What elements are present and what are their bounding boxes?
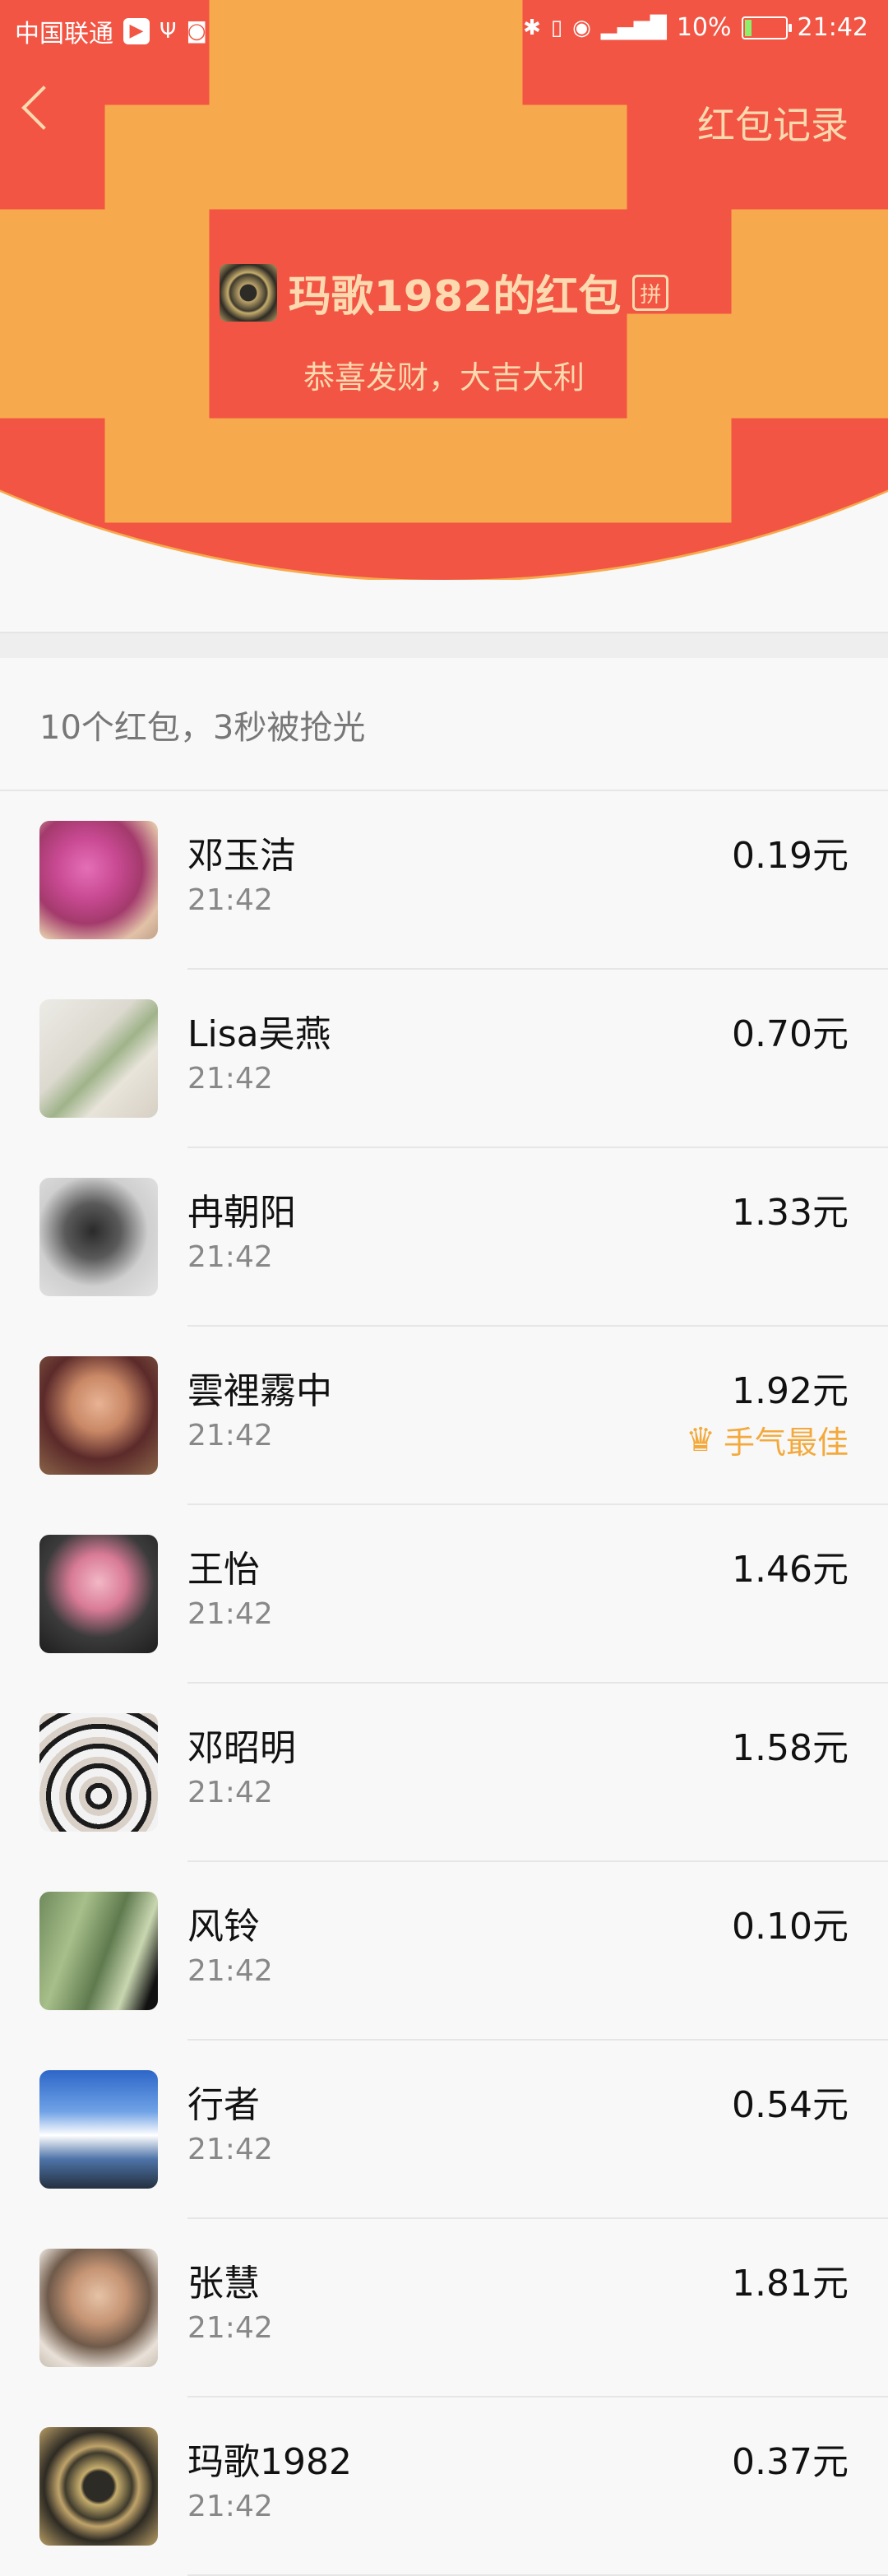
red-packet-records-link[interactable]: 红包记录 [697, 95, 849, 150]
usb-icon: Ψ [160, 19, 177, 44]
recipient-time: 21:42 [187, 1776, 273, 1809]
recipient-amount: 0.19元 [732, 835, 849, 877]
notification-icon: ◙ [186, 19, 207, 44]
recipient-list: 邓玉洁 21:42 0.19元 Lisa吴燕 21:42 0.70元 冉朝阳 2… [0, 790, 888, 2576]
battery-icon [741, 16, 792, 39]
recipient-name: Lisa吴燕 [187, 1013, 331, 1055]
recipient-name: 邓玉洁 [187, 835, 296, 877]
packet-title: 玛歌1982的红包 [288, 272, 622, 322]
summary-text: 10个红包，3秒被抢光 [39, 709, 366, 747]
recipient-amount: 1.81元 [732, 2263, 849, 2305]
recipient-name: 行者 [187, 2084, 260, 2126]
recipient-name: 风铃 [187, 1906, 260, 1948]
avatar[interactable] [39, 1892, 158, 2010]
vibrate-icon: ▯ [550, 15, 563, 40]
recipient-name: 邓昭明 [187, 1727, 296, 1769]
avatar[interactable] [39, 1356, 158, 1475]
status-bar: 中国联通 ▶ Ψ ◙ ✱ ▯ ◉ ▂▄▆█ 10% 21:42 [0, 0, 888, 59]
recipient-time: 21:42 [187, 1419, 273, 1452]
avatar[interactable] [39, 821, 158, 939]
recipient-amount: 0.70元 [732, 1013, 849, 1055]
section-divider [0, 632, 888, 658]
battery-percent: 10% [676, 13, 732, 42]
recipient-time: 21:42 [187, 2311, 273, 2345]
list-item[interactable]: 雲裡霧中 21:42 1.92元 ♛ 手气最佳 [0, 1327, 888, 1505]
recipient-name: 张慧 [187, 2263, 260, 2305]
list-item[interactable]: 玛歌1982 21:42 0.37元 [0, 2398, 888, 2576]
eye-icon: ◉ [572, 15, 591, 40]
recipient-name: 冉朝阳 [187, 1192, 296, 1234]
title-row: 玛歌1982的红包 拼 [0, 262, 888, 323]
avatar[interactable] [39, 1535, 158, 1653]
crown-icon: ♛ [686, 1420, 715, 1459]
blessing-text: 恭喜发财，大吉大利 [303, 359, 585, 396]
list-item[interactable]: 风铃 21:42 0.10元 [0, 1862, 888, 2041]
recipient-time: 21:42 [187, 2133, 273, 2166]
list-item[interactable]: 冉朝阳 21:42 1.33元 [0, 1148, 888, 1327]
avatar[interactable] [39, 999, 158, 1118]
red-packet-header: 中国联通 ▶ Ψ ◙ ✱ ▯ ◉ ▂▄▆█ 10% 21:42 红包记录 玛歌1… [0, 0, 888, 580]
recipient-amount: 0.37元 [732, 2441, 849, 2483]
signal-icon: ▂▄▆█ [600, 15, 667, 40]
recipient-time: 21:42 [187, 883, 273, 917]
recipient-amount: 0.54元 [732, 2084, 849, 2126]
best-luck-badge: ♛ 手气最佳 [686, 1417, 849, 1462]
best-luck-label: 手气最佳 [723, 1425, 849, 1461]
recipient-name: 雲裡霧中 [187, 1370, 332, 1412]
avatar[interactable] [39, 1713, 158, 1832]
recipient-name: 玛歌1982 [187, 2441, 352, 2483]
sender-avatar[interactable] [219, 263, 277, 322]
list-item[interactable]: 邓昭明 21:42 1.58元 [0, 1684, 888, 1862]
recipient-amount: 0.10元 [732, 1906, 849, 1948]
list-item[interactable]: Lisa吴燕 21:42 0.70元 [0, 970, 888, 1148]
recipient-time: 21:42 [187, 1240, 273, 1274]
avatar[interactable] [39, 1178, 158, 1296]
recipient-time: 21:42 [187, 2490, 273, 2523]
avatar[interactable] [39, 2070, 158, 2189]
list-item[interactable]: 邓玉洁 21:42 0.19元 [0, 791, 888, 970]
avatar[interactable] [39, 2427, 158, 2546]
list-item[interactable]: 王怡 21:42 1.46元 [0, 1505, 888, 1684]
pin-badge: 拼 [632, 274, 669, 311]
list-item[interactable]: 张慧 21:42 1.81元 [0, 2219, 888, 2398]
recipient-time: 21:42 [187, 1597, 273, 1631]
recipient-name: 王怡 [187, 1549, 260, 1591]
list-item[interactable]: 行者 21:42 0.54元 [0, 2041, 888, 2219]
bluetooth-icon: ✱ [523, 15, 541, 40]
recipient-amount: 1.33元 [732, 1192, 849, 1234]
recipient-amount: 1.58元 [732, 1727, 849, 1769]
clock: 21:42 [797, 13, 868, 42]
app-notification-icon: ▶ [123, 18, 150, 44]
recipient-amount: 1.92元 [732, 1370, 849, 1412]
recipient-time: 21:42 [187, 1062, 273, 1096]
recipient-time: 21:42 [187, 1954, 273, 1988]
avatar[interactable] [39, 2249, 158, 2367]
carrier-label: 中国联通 [15, 20, 113, 49]
recipient-amount: 1.46元 [732, 1549, 849, 1591]
